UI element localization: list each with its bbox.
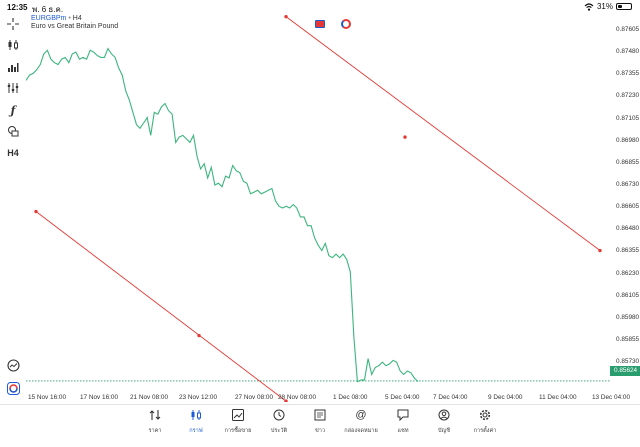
price-tick-label: 0.86230 [616, 269, 640, 277]
settings-icon [478, 408, 492, 422]
nav-trade[interactable]: การซื้อขาย [218, 408, 258, 435]
one-click-trade-icon[interactable] [4, 380, 22, 396]
price-tick-label: 0.87230 [616, 92, 640, 100]
trendline-1-handle-2[interactable] [197, 333, 201, 338]
status-indicators: 31% [584, 2, 632, 11]
history-icon [272, 408, 286, 422]
nav-account[interactable]: บัญชี [424, 408, 464, 435]
nav-history[interactable]: ประวัติ [259, 408, 299, 435]
nav-settings[interactable]: การตั้งค่า [465, 408, 505, 435]
battery-percent: 31% [596, 2, 613, 11]
nav-trade-label: การซื้อขาย [224, 428, 252, 434]
nav-chat[interactable]: แชท [383, 408, 423, 435]
time-tick-label: 28 Nov 08:00 [278, 394, 317, 401]
status-time: 12:35 [7, 3, 28, 12]
price-tick-label: 0.85730 [616, 358, 640, 366]
time-tick-label: 13 Dec 04:00 [592, 394, 631, 401]
nav-mailbox[interactable]: @ กล่องจดหมาย [341, 408, 381, 435]
time-tick-label: 21 Nov 08:00 [130, 394, 169, 401]
trendline-1[interactable] [35, 211, 287, 402]
price-tick-label: 0.87480 [616, 48, 640, 56]
timeframe-button[interactable]: H4 [4, 145, 22, 161]
price-tick-label: 0.86980 [616, 136, 640, 144]
symbol-timeframe: H4 [72, 15, 82, 22]
price-tick-label: 0.87105 [616, 114, 640, 122]
price-tick-label: 0.86605 [616, 203, 640, 211]
price-tick-label: 0.87605 [616, 25, 640, 33]
status-bar: 12:35 พ. 6 ธ.ค. 31% [0, 0, 640, 14]
wifi-icon [584, 2, 594, 11]
nav-history-label: ประวัติ [270, 428, 288, 434]
trade-icon [231, 408, 245, 422]
time-tick-label: 9 Dec 04:00 [488, 394, 523, 401]
time-tick-label: 1 Dec 08:00 [333, 394, 368, 401]
trendline-2[interactable] [285, 16, 601, 251]
price-tick-label: 0.86855 [616, 158, 640, 166]
nav-chat-label: แชท [397, 428, 409, 434]
price-tick-label: 0.86105 [616, 291, 640, 299]
price-chart[interactable] [26, 14, 610, 402]
price-tick-label: 0.86480 [616, 225, 640, 233]
mailbox-icon: @ [355, 409, 367, 421]
battery-level [618, 5, 622, 8]
depth-of-market-icon[interactable] [341, 19, 351, 29]
trendline-2-handle-3[interactable] [598, 248, 602, 253]
time-tick-label: 15 Nov 16:00 [28, 394, 67, 401]
price-tick-label: 0.85855 [616, 335, 640, 343]
trendlines[interactable] [34, 14, 602, 402]
bottom-navigation: ราคา กราฟ การซื้อขาย ประวัติ ข่าว @ กล่อ… [0, 404, 640, 447]
price-line [26, 47, 419, 383]
indicators-icon[interactable] [4, 80, 22, 96]
time-tick-label: 5 Dec 04:00 [385, 394, 420, 401]
time-tick-label: 11 Dec 04:00 [539, 394, 577, 401]
battery-icon [616, 3, 632, 10]
price-tick-label: 0.86355 [616, 247, 640, 255]
nav-chart[interactable]: กราฟ [176, 408, 216, 435]
time-tick-label: 27 Nov 08:00 [235, 394, 274, 401]
price-tick-label: 0.85980 [616, 313, 640, 321]
nav-news-label: ข่าว [314, 428, 326, 434]
account-icon [437, 408, 451, 422]
trendline-1-handle-1[interactable] [34, 209, 38, 214]
chart-candles-icon [189, 408, 203, 422]
nav-account-label: บัญชี [437, 428, 451, 434]
current-price-tag: 0.85624 [610, 366, 640, 376]
nav-quotes-label: ราคา [148, 428, 162, 434]
symbol-name[interactable]: EURGBPm [31, 15, 66, 22]
bars-icon[interactable] [4, 59, 22, 75]
objects-icon[interactable] [4, 123, 22, 139]
price-tick-label: 0.87355 [616, 70, 640, 78]
chat-icon [396, 408, 410, 422]
news-icon [313, 408, 327, 422]
price-axis: 0.87605 0.87480 0.87355 0.87230 0.87105 0.869… [610, 14, 640, 402]
time-tick-label: 17 Nov 16:00 [80, 394, 119, 401]
nav-mailbox-label: กล่องจดหมาย [344, 428, 378, 434]
nav-settings-label: การตั้งค่า [473, 428, 497, 434]
chart-area[interactable] [26, 14, 610, 402]
candles-icon[interactable] [4, 37, 22, 53]
nav-chart-label: กราฟ [189, 428, 203, 434]
symbol-description: Euro vs Great Britain Pound [31, 23, 119, 30]
time-tick-label: 7 Dec 04:00 [433, 394, 468, 401]
trendline-2-handle-2[interactable] [403, 135, 407, 139]
chart-toolbar: ƒ H4 [0, 14, 26, 402]
alert-icon[interactable] [4, 357, 22, 373]
trendline-2-handle-1[interactable] [284, 14, 288, 19]
symbol-header: EURGBPm • H4 [31, 15, 82, 22]
crosshair-icon[interactable] [4, 16, 22, 32]
function-icon[interactable]: ƒ [4, 102, 22, 118]
quotes-icon [148, 408, 162, 422]
trade-panel-icon[interactable] [315, 20, 325, 28]
time-tick-label: 23 Nov 12:00 [179, 394, 218, 401]
time-axis: 15 Nov 16:00 17 Nov 16:00 21 Nov 08:00 23 N… [26, 392, 630, 404]
nav-news[interactable]: ข่าว [300, 408, 340, 435]
nav-quotes[interactable]: ราคา [135, 408, 175, 435]
price-tick-label: 0.86730 [616, 180, 640, 188]
symbol-separator: • [68, 15, 71, 22]
